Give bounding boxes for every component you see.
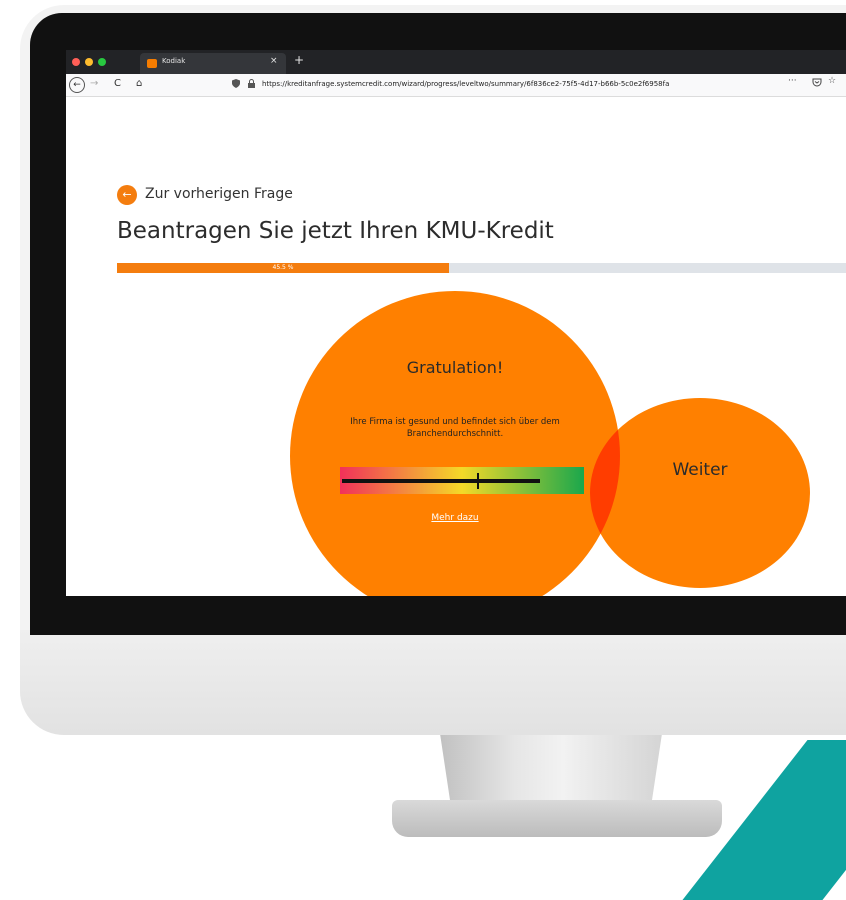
result-text: Ihre Firma ist gesund und befindet sich … <box>350 417 560 439</box>
tab-title: Kodiak <box>162 57 186 65</box>
tab-close-icon[interactable]: × <box>270 56 278 66</box>
forward-button[interactable]: → <box>90 78 98 89</box>
tab-bar: Kodiak × + <box>66 50 846 74</box>
browser-tab[interactable]: Kodiak × <box>140 53 286 74</box>
maximize-window-button[interactable] <box>98 58 106 66</box>
health-meter <box>340 467 584 494</box>
previous-question-label[interactable]: Zur vorherigen Frage <box>145 186 293 202</box>
navigation-bar: ← → C ⌂ https://kreditanfrage.systemcred… <box>66 74 846 97</box>
next-button-label: Weiter <box>672 460 728 480</box>
progress-label: 45.5 % <box>272 264 294 271</box>
reload-button[interactable]: C <box>114 78 121 89</box>
address-bar[interactable]: https://kreditanfrage.systemcredit.com/w… <box>226 78 786 92</box>
bookmark-star-icon[interactable]: ☆ <box>828 76 836 86</box>
result-title: Gratulation! <box>406 358 504 377</box>
close-window-button[interactable] <box>72 58 80 66</box>
lock-icon <box>248 79 255 90</box>
more-info-link[interactable]: Mehr dazu <box>290 513 620 523</box>
bubble-overlap <box>590 398 620 588</box>
next-button[interactable]: Weiter <box>590 398 810 588</box>
screen: Kodiak × + ← → C ⌂ https://kreditanfrage… <box>66 50 846 596</box>
progress-bar: 45.5 % <box>117 263 846 273</box>
page-title: Beantragen Sie jetzt Ihren KMU-Kredit <box>117 218 554 244</box>
minimize-window-button[interactable] <box>85 58 93 66</box>
previous-question-button[interactable]: ← <box>117 185 137 205</box>
pocket-icon[interactable] <box>812 78 822 90</box>
shield-icon[interactable] <box>232 79 240 90</box>
result-bubble <box>290 291 620 596</box>
monitor-foot <box>392 800 722 837</box>
kodiak-favicon-icon <box>147 59 157 68</box>
home-button[interactable]: ⌂ <box>136 78 142 89</box>
more-actions-button[interactable]: ··· <box>788 76 797 86</box>
back-button[interactable]: ← <box>69 77 85 93</box>
url-text: https://kreditanfrage.systemcredit.com/w… <box>262 80 670 88</box>
new-tab-button[interactable]: + <box>294 53 304 67</box>
monitor-chin <box>20 630 846 735</box>
health-meter-marker <box>477 473 479 489</box>
health-meter-bar <box>342 479 540 483</box>
